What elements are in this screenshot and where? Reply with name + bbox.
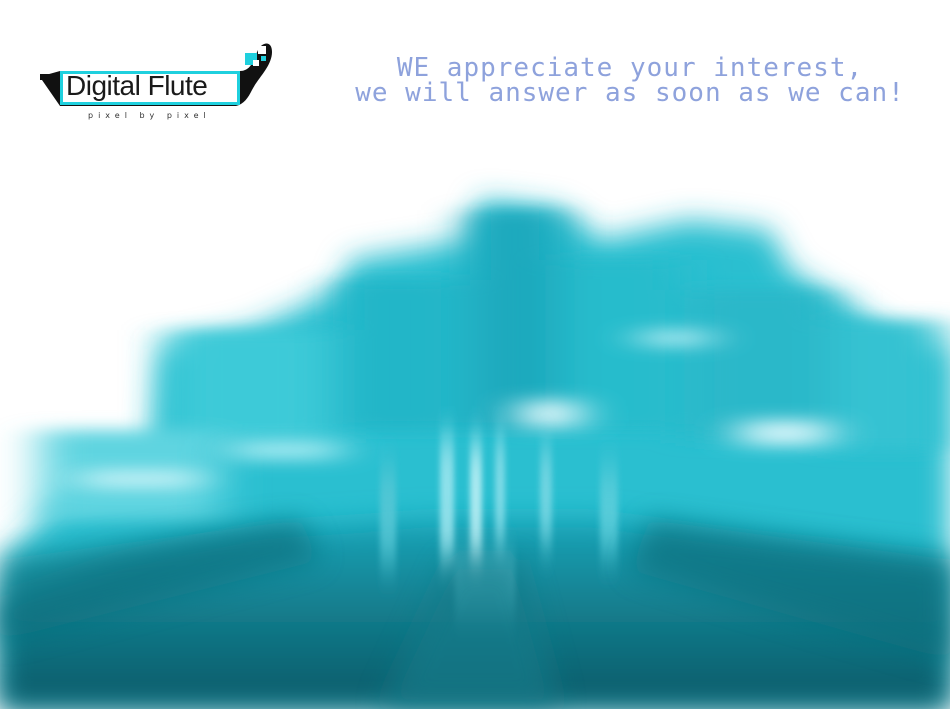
logo-tagline: pixel by pixel [88,111,211,120]
thank-you-message: WE appreciate your interest, we will ans… [320,55,940,108]
digital-flute-logo[interactable]: Digital Flute pixel by pixel [40,38,275,128]
message-line-2: we will answer as soon as we can! [355,78,905,108]
page: Digital Flute pixel by pixel WE apprecia… [0,0,950,709]
logo-wordmark: Digital Flute [66,70,208,101]
